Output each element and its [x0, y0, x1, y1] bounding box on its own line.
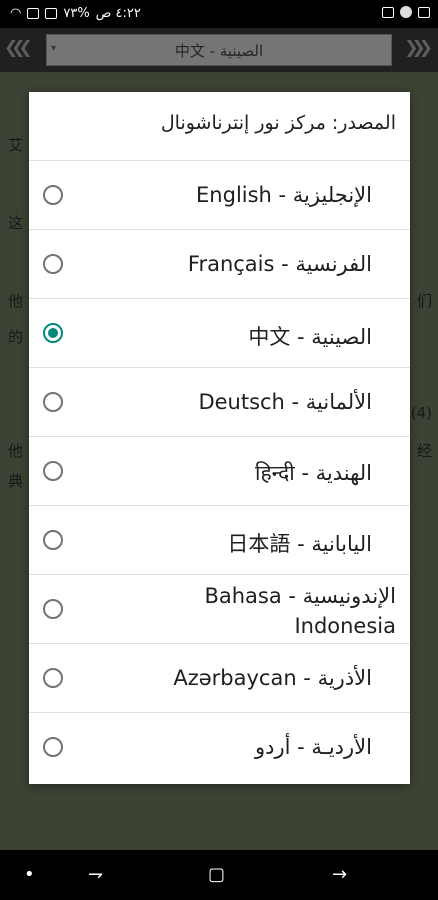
forward-icon[interactable]: →: [332, 864, 347, 885]
radio-button-checked[interactable]: [43, 323, 63, 343]
option-french[interactable]: Français - الفرنسية: [29, 229, 410, 298]
option-label: 日本語 - اليابانية: [227, 532, 372, 556]
app-notification-icon: [400, 6, 412, 18]
option-urdu[interactable]: الأرديـة - أردو: [29, 712, 410, 781]
option-indonesian[interactable]: Bahasa - الإندونيسية Indonesia: [29, 574, 410, 643]
option-label: हिन्दी - الهندية: [255, 461, 372, 485]
language-dialog: المصدر: مركز نور إنترناشونال English - ا…: [29, 92, 410, 784]
option-azerbaijani[interactable]: Azərbaycan - الأذرية: [29, 643, 410, 712]
system-nav-bar: • ⇁ ▢ →: [0, 850, 438, 900]
option-label: English - الإنجليزية: [196, 183, 372, 207]
radio-button[interactable]: [43, 392, 63, 412]
option-hindi[interactable]: हिन्दी - الهندية: [29, 436, 410, 505]
radio-button[interactable]: [43, 668, 63, 688]
option-chinese[interactable]: 中文 - الصينية: [29, 298, 410, 367]
radio-button[interactable]: [43, 254, 63, 274]
radio-button[interactable]: [43, 185, 63, 205]
dot-icon[interactable]: •: [24, 864, 35, 885]
image-notification-icon: [27, 8, 40, 19]
option-english[interactable]: English - الإنجليزية: [29, 160, 410, 229]
recents-icon[interactable]: ▢: [208, 864, 225, 885]
back-icon[interactable]: ⇁: [88, 864, 103, 885]
radio-button[interactable]: [43, 737, 63, 757]
status-bar: ٤:٢٢ ص %٧٣ ◠: [0, 0, 438, 28]
option-label: Bahasa - الإندونيسية Indonesia: [204, 584, 396, 638]
option-japanese[interactable]: 日本語 - اليابانية: [29, 505, 410, 574]
radio-button[interactable]: [43, 530, 63, 550]
option-label: Deutsch - الألمانية: [198, 390, 372, 414]
wifi-icon: ◠: [10, 6, 22, 21]
option-german[interactable]: Deutsch - الألمانية: [29, 367, 410, 436]
option-label: Azərbaycan - الأذرية: [173, 666, 372, 690]
option-label: 中文 - الصينية: [248, 325, 372, 349]
option-label: Français - الفرنسية: [187, 252, 372, 276]
cast-icon: [382, 6, 394, 18]
gallery-icon: [418, 6, 430, 18]
battery-percent: %٧٣: [63, 6, 90, 21]
option-label: الأرديـة - أردو: [255, 735, 372, 759]
status-left: ٤:٢٢ ص %٧٣ ◠: [10, 6, 141, 21]
notification-icon: [45, 8, 58, 19]
radio-button[interactable]: [43, 599, 63, 619]
status-right: [382, 6, 430, 18]
dialog-title: المصدر: مركز نور إنترناشونال: [160, 112, 396, 134]
radio-button[interactable]: [43, 461, 63, 481]
status-time: ٤:٢٢ ص: [95, 6, 141, 21]
